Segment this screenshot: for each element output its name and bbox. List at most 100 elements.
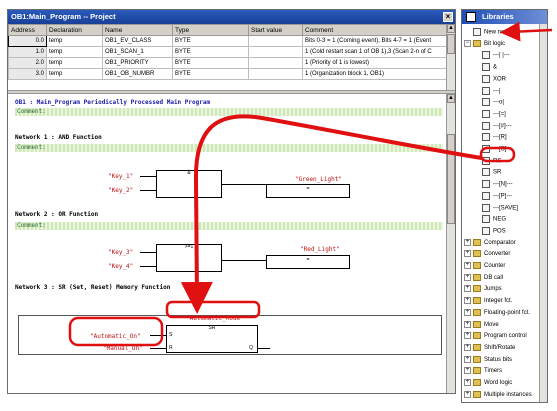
library-item[interactable]: ---[P]--- <box>482 191 512 201</box>
scroll-thumb[interactable] <box>447 34 455 54</box>
expand-icon[interactable]: + <box>464 285 471 293</box>
address-cell[interactable]: 1.0 <box>8 46 47 58</box>
network-2-input-2[interactable]: "Key_4" <box>108 263 133 270</box>
comment-cell[interactable]: 1 (Cold restart scan 1 of OB 1),3 (Scan … <box>302 46 448 58</box>
library-item[interactable]: ---[N]--- <box>482 180 513 189</box>
network-3-reset-input[interactable]: "Manual_On" <box>103 345 143 352</box>
network-1-input-1[interactable]: "Key_1" <box>108 173 133 180</box>
network-2-output[interactable]: "Red_Light" <box>300 246 340 253</box>
comment-cell[interactable]: Bits 0-3 = 1 (Coming event), Bits 4-7 = … <box>302 35 448 47</box>
library-item[interactable]: ---[S] <box>482 145 506 154</box>
pin-icon[interactable] <box>466 12 476 22</box>
scroll-thumb[interactable] <box>447 134 455 224</box>
comment-cell[interactable]: 1 (Priority of 1 is lowest) <box>302 57 448 69</box>
library-item[interactable]: SR <box>482 168 501 177</box>
type-cell[interactable]: BYTE <box>172 35 249 47</box>
network-3-title[interactable]: Network 3 : SR (Set, Reset) Memory Funct… <box>15 284 170 291</box>
declaration-cell[interactable]: temp <box>46 35 103 47</box>
expand-icon[interactable]: + <box>464 262 471 269</box>
declaration-cell[interactable]: temp <box>46 46 103 58</box>
name-cell[interactable]: OB1_OB_NUMBR <box>102 68 173 80</box>
type-cell[interactable]: BYTE <box>172 57 249 69</box>
library-item[interactable]: − Bit logic <box>464 39 505 49</box>
expand-icon[interactable]: + <box>464 308 471 316</box>
library-item[interactable]: ---[SAVE] <box>482 203 518 213</box>
expand-icon[interactable]: + <box>464 367 471 375</box>
table-row[interactable]: 1.0 temp OB1_SCAN_1 BYTE 1 (Cold restart… <box>8 46 448 58</box>
name-cell[interactable]: OB1_PRIORITY <box>102 57 173 69</box>
network-3-operand[interactable]: "Automatic_Mode" <box>186 315 244 322</box>
declaration-cell[interactable]: temp <box>46 57 103 69</box>
column-header-type[interactable]: Type <box>172 24 249 36</box>
type-cell[interactable]: BYTE <box>172 68 249 80</box>
network-1-and-box[interactable]: & <box>156 170 222 198</box>
library-item[interactable]: ---| <box>482 86 501 96</box>
code-area[interactable]: OB1 : Main_Program Periodically Processe… <box>8 94 448 393</box>
address-cell[interactable]: 2.0 <box>8 57 47 69</box>
network-1-output[interactable]: "Green_Light" <box>295 176 342 183</box>
address-cell[interactable]: 3.0 <box>8 68 47 80</box>
library-item[interactable]: New network <box>464 28 519 37</box>
column-header-address[interactable]: Address <box>8 24 47 36</box>
network-1-comment[interactable]: Comment: <box>15 144 443 152</box>
library-item[interactable]: ---o| <box>482 98 504 107</box>
column-header-name[interactable]: Name <box>102 24 173 36</box>
library-item[interactable]: ---[#]--- <box>482 121 512 131</box>
column-header-start-value[interactable]: Start value <box>248 24 303 36</box>
network-1-input-2[interactable]: "Key_2" <box>108 187 133 194</box>
expand-icon[interactable]: + <box>464 379 471 386</box>
expand-icon[interactable]: + <box>464 390 471 398</box>
library-item[interactable]: + Timers <box>464 367 502 376</box>
expand-icon[interactable]: + <box>464 343 471 351</box>
library-item[interactable]: + Integer fct. <box>464 297 512 306</box>
start-value-cell[interactable] <box>248 46 303 58</box>
start-value-cell[interactable] <box>248 35 303 47</box>
library-item[interactable]: RS <box>482 156 501 166</box>
code-scrollbar[interactable]: ▲ <box>446 94 455 393</box>
start-value-cell[interactable] <box>248 68 303 80</box>
expand-icon[interactable]: + <box>464 332 471 340</box>
library-item[interactable]: NEG <box>482 215 506 224</box>
scroll-up-icon[interactable]: ▲ <box>447 24 455 33</box>
library-item[interactable]: ---[R] <box>482 133 507 142</box>
column-header-declaration[interactable]: Declaration <box>46 24 103 36</box>
network-2-comment[interactable]: Comment: <box>15 222 443 230</box>
close-window-button[interactable]: × <box>443 12 453 22</box>
network-1-title[interactable]: Network 1 : AND Function <box>15 134 102 141</box>
library-item[interactable]: + Status bits <box>464 355 512 365</box>
scroll-up-icon[interactable]: ▲ <box>447 94 455 103</box>
network-3-sr-box[interactable]: SR S R Q <box>166 325 258 353</box>
declaration-cell[interactable]: temp <box>46 68 103 80</box>
library-item[interactable]: + Word logic <box>464 379 512 388</box>
library-item[interactable]: ---[=] <box>482 109 506 119</box>
collapse-icon[interactable]: − <box>464 39 471 47</box>
name-cell[interactable]: OB1_EV_CLASS <box>102 35 173 47</box>
library-item[interactable]: + Shift/Rotate <box>464 343 515 353</box>
library-item[interactable]: XOR <box>482 74 506 84</box>
library-item[interactable]: ---| |--- <box>482 51 510 60</box>
expand-icon[interactable]: + <box>464 250 471 258</box>
library-item[interactable]: POS <box>482 226 506 236</box>
network-3-set-input[interactable]: "Automatic_On" <box>90 333 141 340</box>
library-item[interactable]: + Converter <box>464 250 510 259</box>
network-1-coil[interactable]: = <box>266 184 350 198</box>
network-2-coil[interactable]: = <box>266 255 350 269</box>
comment-cell[interactable]: 1 (Organization block 1, OB1) <box>302 68 448 80</box>
expand-icon[interactable]: + <box>464 297 471 305</box>
column-header-comment[interactable]: Comment <box>302 24 448 36</box>
expand-icon[interactable]: + <box>464 273 471 281</box>
network-2-or-box[interactable]: >=1 <box>156 244 222 272</box>
library-item[interactable]: & <box>482 63 497 72</box>
expand-icon[interactable]: + <box>464 355 471 363</box>
expand-icon[interactable]: + <box>464 320 471 328</box>
block-comment[interactable]: Comment: <box>15 108 443 116</box>
library-item[interactable]: + Counter <box>464 262 505 271</box>
library-item[interactable]: + Program control <box>464 332 527 341</box>
expand-icon[interactable]: + <box>464 238 471 246</box>
table-row[interactable]: 0.0 temp OB1_EV_CLASS BYTE Bits 0-3 = 1 … <box>8 35 448 47</box>
network-2-input-1[interactable]: "Key_3" <box>108 249 133 256</box>
address-cell[interactable]: 0.0 <box>8 35 47 47</box>
name-cell[interactable]: OB1_SCAN_1 <box>102 46 173 58</box>
library-item[interactable]: + Multiple instances <box>464 390 532 400</box>
network-2-title[interactable]: Network 2 : OR Function <box>15 211 98 218</box>
